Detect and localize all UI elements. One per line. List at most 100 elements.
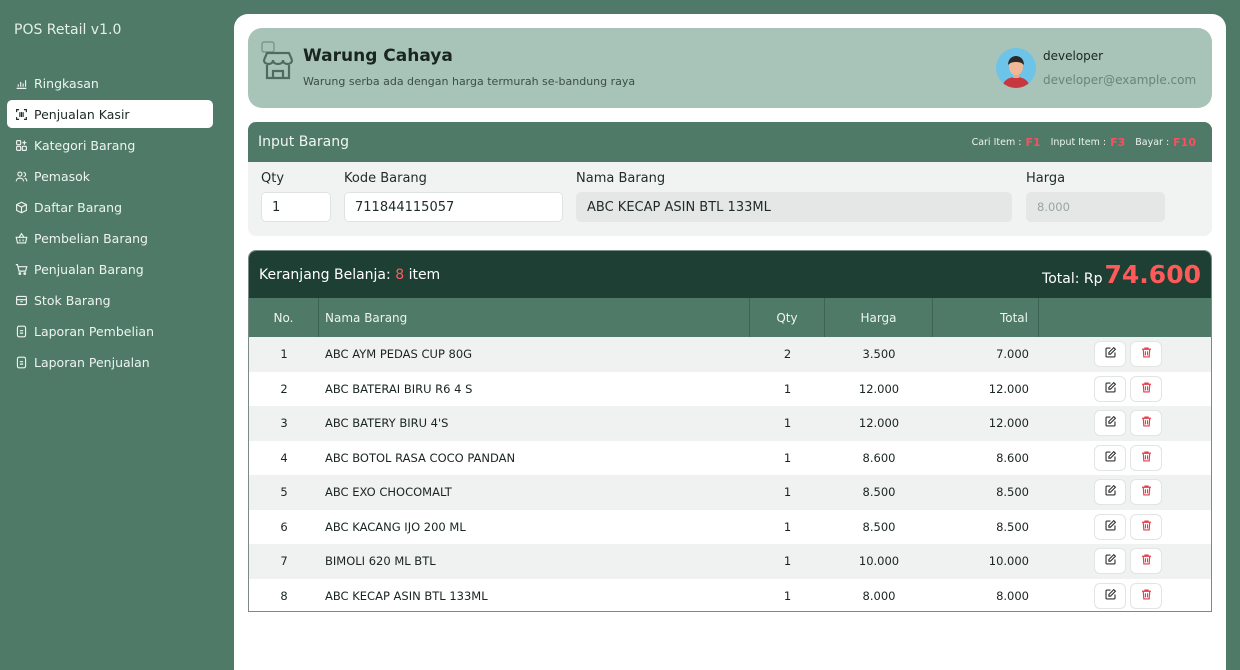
cart-total-amount: 74.600 xyxy=(1104,260,1201,289)
table-row: 4 ABC BOTOL RASA COCO PANDAN 1 8.600 8.6… xyxy=(249,440,1211,475)
edit-button[interactable] xyxy=(1094,513,1126,540)
edit-icon xyxy=(1104,381,1117,397)
delete-button[interactable] xyxy=(1130,513,1162,540)
trash-icon xyxy=(1140,450,1153,466)
edit-button[interactable] xyxy=(1094,444,1126,471)
qty-label: Qty xyxy=(261,171,285,186)
nama-barang-field: ABC KECAP ASIN BTL 133ML xyxy=(576,192,1012,222)
row-actions xyxy=(1039,444,1211,471)
shortcut-label: Input Item : xyxy=(1050,136,1107,148)
table-row: 2 ABC BATERAI BIRU R6 4 S 1 12.000 12.00… xyxy=(249,371,1211,406)
row-no: 2 xyxy=(280,381,288,396)
sidebar-item-ringkasan[interactable]: Ringkasan xyxy=(7,69,213,97)
delete-button[interactable] xyxy=(1130,548,1162,575)
row-actions xyxy=(1039,513,1211,540)
row-total: 8.500 xyxy=(996,485,1029,500)
kode-barang-input[interactable]: 711844115057 xyxy=(344,192,563,222)
sidebar-nav: Ringkasan Penjualan Kasir Kategori Baran… xyxy=(7,69,213,379)
trash-icon xyxy=(1140,484,1153,500)
sidebar-item-laporan-pembelian[interactable]: Laporan Pembelian xyxy=(7,317,213,345)
row-qty: 2 xyxy=(783,347,792,362)
delete-button[interactable] xyxy=(1130,582,1162,609)
file-icon xyxy=(14,355,28,369)
cart-title: Keranjang Belanja: 8 item xyxy=(259,267,440,283)
grid-icon xyxy=(14,138,28,152)
edit-icon xyxy=(1104,484,1117,500)
row-actions xyxy=(1039,341,1211,368)
edit-button[interactable] xyxy=(1094,410,1126,437)
cart-panel: Keranjang Belanja: 8 item Total: Rp 74.6… xyxy=(248,250,1212,612)
row-actions xyxy=(1039,410,1211,437)
edit-icon xyxy=(1104,588,1117,604)
sidebar-item-penjualan-kasir[interactable]: Penjualan Kasir xyxy=(7,100,213,128)
row-total: 7.000 xyxy=(996,347,1029,362)
row-harga: 8.500 xyxy=(862,519,896,534)
sidebar-item-pembelian-barang[interactable]: Pembelian Barang xyxy=(7,224,213,252)
user-email: developer@example.com xyxy=(1043,73,1197,87)
row-total: 12.000 xyxy=(988,381,1029,396)
delete-button[interactable] xyxy=(1130,410,1162,437)
edit-icon xyxy=(1104,553,1117,569)
row-nama-barang: ABC KECAP ASIN BTL 133ML xyxy=(325,588,488,603)
trash-icon xyxy=(1140,519,1153,535)
row-nama-barang: BIMOLI 620 ML BTL xyxy=(325,554,436,569)
main-content: Warung Cahaya Warung serba ada dengan ha… xyxy=(234,14,1226,670)
row-no: 8 xyxy=(280,588,288,603)
harga-label: Harga xyxy=(1026,171,1066,186)
store-header: Warung Cahaya Warung serba ada dengan ha… xyxy=(248,28,1212,108)
cart-header: Keranjang Belanja: 8 item Total: Rp 74.6… xyxy=(249,251,1211,298)
delete-button[interactable] xyxy=(1130,479,1162,506)
row-no: 1 xyxy=(280,347,288,362)
sidebar-item-stok-barang[interactable]: Stok Barang xyxy=(7,286,213,314)
shortcut-key: F1 xyxy=(1025,135,1041,149)
archive-icon xyxy=(14,293,28,307)
sidebar-item-label: Kategori Barang xyxy=(34,137,136,153)
row-qty: 1 xyxy=(783,450,792,465)
box-icon xyxy=(14,200,28,214)
file-icon xyxy=(14,324,28,338)
qty-input[interactable]: 1 xyxy=(261,192,331,222)
delete-button[interactable] xyxy=(1130,444,1162,471)
sidebar-item-kategori-barang[interactable]: Kategori Barang xyxy=(7,131,213,159)
edit-button[interactable] xyxy=(1094,375,1126,402)
delete-button[interactable] xyxy=(1130,375,1162,402)
row-total: 8.000 xyxy=(996,588,1029,603)
sidebar-item-laporan-penjualan[interactable]: Laporan Penjualan xyxy=(7,348,213,376)
edit-button[interactable] xyxy=(1094,548,1126,575)
trash-icon xyxy=(1140,381,1153,397)
shortcut-label: Cari Item : xyxy=(971,136,1022,148)
sidebar-item-label: Daftar Barang xyxy=(34,199,123,215)
row-nama-barang: ABC KACANG IJO 200 ML xyxy=(325,519,466,534)
cart-item-count: 8 xyxy=(395,266,405,283)
column-header-nama-barang: Nama Barang xyxy=(319,298,750,337)
row-no: 5 xyxy=(280,485,288,500)
cart-table-body: 1 ABC AYM PEDAS CUP 80G 2 3.500 7.000 2 … xyxy=(249,337,1211,611)
row-harga: 3.500 xyxy=(862,347,896,362)
edit-icon xyxy=(1104,346,1117,362)
row-actions xyxy=(1039,375,1211,402)
sidebar-item-label: Stok Barang xyxy=(34,292,111,308)
row-no: 7 xyxy=(280,554,288,569)
edit-button[interactable] xyxy=(1094,341,1126,368)
avatar[interactable] xyxy=(996,48,1036,88)
row-qty: 1 xyxy=(783,416,792,431)
basket-icon xyxy=(14,231,28,245)
input-panel: Input Barang Cari Item : F1 Input Item :… xyxy=(248,122,1212,236)
users-icon xyxy=(14,169,28,183)
sidebar-item-penjualan-barang[interactable]: Penjualan Barang xyxy=(7,255,213,283)
edit-button[interactable] xyxy=(1094,479,1126,506)
cart-count-suffix: item xyxy=(408,266,441,283)
table-row: 8 ABC KECAP ASIN BTL 133ML 1 8.000 8.000 xyxy=(249,578,1211,611)
table-row: 7 BIMOLI 620 ML BTL 1 10.000 10.000 xyxy=(249,544,1211,579)
cart-total: Total: Rp 74.600 xyxy=(1042,260,1201,289)
delete-button[interactable] xyxy=(1130,341,1162,368)
sidebar-item-pemasok[interactable]: Pemasok xyxy=(7,162,213,190)
edit-button[interactable] xyxy=(1094,582,1126,609)
row-harga: 12.000 xyxy=(858,381,900,396)
column-header-qty: Qty xyxy=(750,298,825,337)
sidebar-item-daftar-barang[interactable]: Daftar Barang xyxy=(7,193,213,221)
shortcut-key: F3 xyxy=(1110,135,1126,149)
edit-icon xyxy=(1104,450,1117,466)
column-header-actions xyxy=(1039,298,1211,337)
row-harga: 10.000 xyxy=(858,554,900,569)
